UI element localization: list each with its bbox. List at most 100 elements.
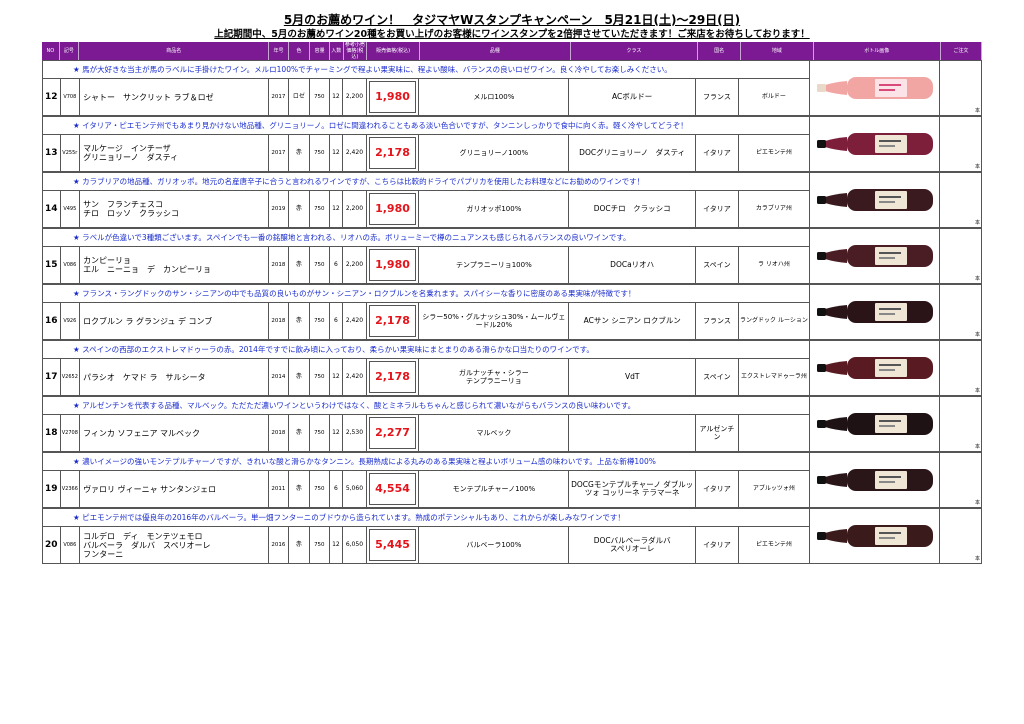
wine-sale-price: 2,178 <box>368 305 417 337</box>
order-cell[interactable]: 本 <box>940 172 982 228</box>
table-header: NO 記号 商品名 年号 色 容量 入数 参考小売価格(税込) 販売価格(税込)… <box>42 42 982 60</box>
wine-code: V086 <box>61 527 81 563</box>
wine-volume: 750 <box>310 79 330 115</box>
order-unit: 本 <box>974 276 980 282</box>
wine-region: エクストレマドゥーラ州 <box>741 373 807 380</box>
wine-class: VdT <box>569 359 696 395</box>
order-unit: 本 <box>974 444 980 450</box>
wine-detail-row: 18 V2708 フィンカ ソフェニア マルベック 2018 赤 750 12 … <box>43 415 809 451</box>
wine-no: 13 <box>43 135 61 171</box>
header-image: ボトル画像 <box>814 42 941 60</box>
wine-sale-cell: 4,554 <box>367 471 420 507</box>
wine-year: 2019 <box>269 191 289 227</box>
header-sale: 販売価格(税込) <box>367 42 421 60</box>
order-cell[interactable]: 本 <box>940 116 982 172</box>
wine-sale-cell: 2,178 <box>367 359 420 395</box>
wine-bottle-icon <box>816 525 933 547</box>
order-unit: 本 <box>974 108 980 114</box>
order-cell[interactable]: 本 <box>940 340 982 396</box>
bottle-image-cell <box>810 452 940 508</box>
wine-price: 2,200 <box>343 247 367 283</box>
order-unit: 本 <box>974 332 980 338</box>
wine-code: V2652 <box>61 359 81 395</box>
wine-volume: 750 <box>310 135 330 171</box>
wine-price: 2,420 <box>343 135 367 171</box>
wine-sale-cell: 2,277 <box>367 415 420 451</box>
wine-detail-row: 12 V708 シャトー サンクリット ラブ＆ロゼ 2017 ロゼ 750 12… <box>43 79 809 115</box>
wine-no: 20 <box>43 527 61 563</box>
wine-year: 2017 <box>269 79 289 115</box>
wine-note: ★ 馬が大好きな当主が馬のラベルに手掛けたワイン。メルロ100%でチャーミングで… <box>43 61 809 79</box>
wine-year: 2017 <box>269 135 289 171</box>
wine-country: イタリア <box>696 527 739 563</box>
wine-info: ★ 濃いイメージの強いモンテプルチャーノですが、きれいな酸と滑らかなタンニン。長… <box>42 452 810 508</box>
wine-grape: メルロ100% <box>419 79 570 115</box>
wine-country: フランス <box>696 79 739 115</box>
wine-detail-row: 16 V926 ロクブルン ラ グランジュ デ コンブ 2018 赤 750 6… <box>43 303 809 339</box>
table-row: ★ ラベルが色違いで3種類ございます。スペインでも一番の銘醸地と言われる、リオハ… <box>42 228 982 284</box>
wine-region: ラングドック ルーション <box>740 317 808 324</box>
table-row: ★ フランス・ラングドックのサン・シニアンの中でも品質の良いものがサン・シニアン… <box>42 284 982 340</box>
wine-code: V086 <box>61 247 81 283</box>
wine-price: 6,050 <box>343 527 367 563</box>
wine-country: イタリア <box>696 191 739 227</box>
header-year: 年号 <box>269 42 289 60</box>
wine-note: ★ フランス・ラングドックのサン・シニアンの中でも品質の良いものがサン・シニアン… <box>43 285 809 303</box>
bottle-image-cell <box>810 508 940 564</box>
wine-code: V255r <box>61 135 81 171</box>
table-row: ★ イタリア・ピエモンテ州でもあまり見かけない地品種、グリニョリーノ。ロゼに間違… <box>42 116 982 172</box>
wine-sale-price: 1,980 <box>368 81 417 113</box>
table-row: ★ 濃いイメージの強いモンテプルチャーノですが、きれいな酸と滑らかなタンニン。長… <box>42 452 982 508</box>
header-region: 地域 <box>741 42 814 60</box>
wine-color: ロゼ <box>289 79 311 115</box>
bottle-image-cell <box>810 284 940 340</box>
wine-sale-cell: 1,980 <box>367 191 420 227</box>
wine-name: カンピーリョ エル ニーニョ デ カンピーリョ <box>80 247 270 283</box>
wine-qty: 6 <box>330 471 344 507</box>
wine-year: 2014 <box>269 359 289 395</box>
wine-country: イタリア <box>696 135 739 171</box>
wine-note: ★ カラブリアの地品種、ガリオッポ。地元の名産唐辛子に合うと言われるワインですが… <box>43 173 809 191</box>
order-unit: 本 <box>974 220 980 226</box>
wine-sale-price: 2,277 <box>368 417 417 449</box>
wine-country: アルゼンチン <box>696 415 739 451</box>
wine-sale-cell: 1,980 <box>367 79 420 115</box>
wine-sale-price: 1,980 <box>368 249 417 281</box>
wine-note: ★ ラベルが色違いで3種類ございます。スペインでも一番の銘醸地と言われる、リオハ… <box>43 229 809 247</box>
header-order: ご注文 <box>941 42 982 60</box>
table-row: ★ カラブリアの地品種、ガリオッポ。地元の名産唐辛子に合うと言われるワインですが… <box>42 172 982 228</box>
bottle-image-cell <box>810 340 940 396</box>
order-cell[interactable]: 本 <box>940 508 982 564</box>
wine-bottle-icon <box>816 357 933 379</box>
order-cell[interactable]: 本 <box>940 284 982 340</box>
wine-region <box>739 415 809 451</box>
wine-qty: 12 <box>330 527 344 563</box>
order-unit: 本 <box>974 500 980 506</box>
wine-sale-price: 5,445 <box>368 529 417 561</box>
wine-name: フィンカ ソフェニア マルベック <box>80 415 270 451</box>
wine-bottle-icon <box>816 189 933 211</box>
order-cell[interactable]: 本 <box>940 228 982 284</box>
wine-table: NO 記号 商品名 年号 色 容量 入数 参考小売価格(税込) 販売価格(税込)… <box>42 42 982 564</box>
wine-grape: マルベック <box>419 415 570 451</box>
table-row: ★ ピエモンテ州では優良年の2016年のバルベーラ。単一畑フンターニのブドウから… <box>42 508 982 564</box>
wine-info: ★ アルゼンチンを代表する品種、マルベック。ただただ濃いワインというわけではなく… <box>42 396 810 452</box>
order-cell[interactable]: 本 <box>940 452 982 508</box>
wine-detail-row: 14 V495 サン フランチェスコ チロ ロッソ クラッシコ 2019 赤 7… <box>43 191 809 227</box>
wine-detail-row: 20 V086 コルデロ ディ モンテツェモロ バルベーラ ダルバ スペリオーレ… <box>43 527 809 563</box>
wine-volume: 750 <box>310 359 330 395</box>
wine-qty: 12 <box>330 359 344 395</box>
wine-bottle-icon <box>816 301 933 323</box>
wine-country: フランス <box>696 303 739 339</box>
table-body: ★ 馬が大好きな当主が馬のラベルに手掛けたワイン。メルロ100%でチャーミングで… <box>42 60 982 564</box>
wine-detail-row: 19 V2366 ヴァロリ ヴィーニャ サンタンジェロ 2011 赤 750 6… <box>43 471 809 507</box>
wine-info: ★ ラベルが色違いで3種類ございます。スペインでも一番の銘醸地と言われる、リオハ… <box>42 228 810 284</box>
header-code: 記号 <box>60 42 80 60</box>
wine-no: 15 <box>43 247 61 283</box>
order-cell[interactable]: 本 <box>940 60 982 116</box>
table-row: ★ アルゼンチンを代表する品種、マルベック。ただただ濃いワインというわけではなく… <box>42 396 982 452</box>
order-cell[interactable]: 本 <box>940 396 982 452</box>
wine-name: シャトー サンクリット ラブ＆ロゼ <box>80 79 270 115</box>
bottle-image-cell <box>810 228 940 284</box>
order-unit: 本 <box>974 388 980 394</box>
